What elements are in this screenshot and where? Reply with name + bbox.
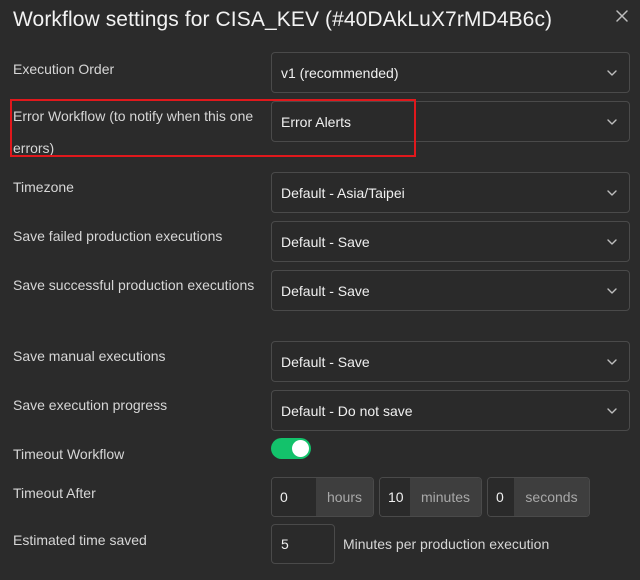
timezone-select[interactable]: Default - Asia/Taipei: [271, 172, 630, 213]
chevron-down-icon: [607, 407, 617, 414]
save-failed-label: Save failed production executions: [13, 228, 223, 244]
timeout-minutes-input[interactable]: [380, 478, 410, 516]
estimated-time-saved-input[interactable]: [271, 524, 335, 564]
timezone-value: Default - Asia/Taipei: [281, 184, 405, 201]
error-workflow-select[interactable]: Error Alerts: [271, 101, 630, 142]
toggle-knob: [292, 440, 309, 457]
chevron-down-icon: [607, 287, 617, 294]
chevron-down-icon: [607, 238, 617, 245]
timezone-label: Timezone: [13, 179, 74, 195]
timeout-workflow-label: Timeout Workflow: [13, 446, 125, 462]
timeout-workflow-toggle[interactable]: [271, 438, 311, 459]
save-manual-label: Save manual executions: [13, 348, 166, 364]
save-successful-value: Default - Save: [281, 282, 370, 299]
save-progress-value: Default - Do not save: [281, 402, 413, 419]
chevron-down-icon: [607, 69, 617, 76]
timeout-minutes-group: minutes: [379, 477, 482, 517]
save-successful-select[interactable]: Default - Save: [271, 270, 630, 311]
chevron-down-icon: [607, 118, 617, 125]
timeout-hours-group: hours: [271, 477, 374, 517]
execution-order-value: v1 (recommended): [281, 64, 399, 81]
save-manual-value: Default - Save: [281, 353, 370, 370]
save-failed-value: Default - Save: [281, 233, 370, 250]
timeout-hours-input[interactable]: [272, 478, 316, 516]
timeout-seconds-unit: seconds: [514, 478, 589, 516]
estimated-time-saved-suffix: Minutes per production execution: [343, 536, 550, 552]
chevron-down-icon: [607, 358, 617, 365]
close-icon[interactable]: [614, 8, 630, 24]
save-manual-select[interactable]: Default - Save: [271, 341, 630, 382]
dialog-title: Workflow settings for CISA_KEV (#40DAkLu…: [13, 8, 553, 31]
execution-order-label: Execution Order: [13, 61, 115, 77]
chevron-down-icon: [607, 189, 617, 196]
save-successful-label: Save successful production executions: [13, 277, 255, 293]
error-workflow-value: Error Alerts: [281, 113, 352, 130]
save-failed-select[interactable]: Default - Save: [271, 221, 630, 262]
save-progress-label: Save execution progress: [13, 397, 168, 413]
timeout-hours-unit: hours: [316, 478, 373, 516]
save-progress-select[interactable]: Default - Do not save: [271, 390, 630, 431]
execution-order-select[interactable]: v1 (recommended): [271, 52, 630, 93]
timeout-seconds-input[interactable]: [488, 478, 514, 516]
error-workflow-label: Error Workflow (to notify when this one …: [13, 108, 254, 156]
timeout-seconds-group: seconds: [487, 477, 590, 517]
timeout-after-label: Timeout After: [13, 485, 96, 501]
timeout-minutes-unit: minutes: [410, 478, 481, 516]
estimated-time-saved-label: Estimated time saved: [13, 532, 147, 548]
